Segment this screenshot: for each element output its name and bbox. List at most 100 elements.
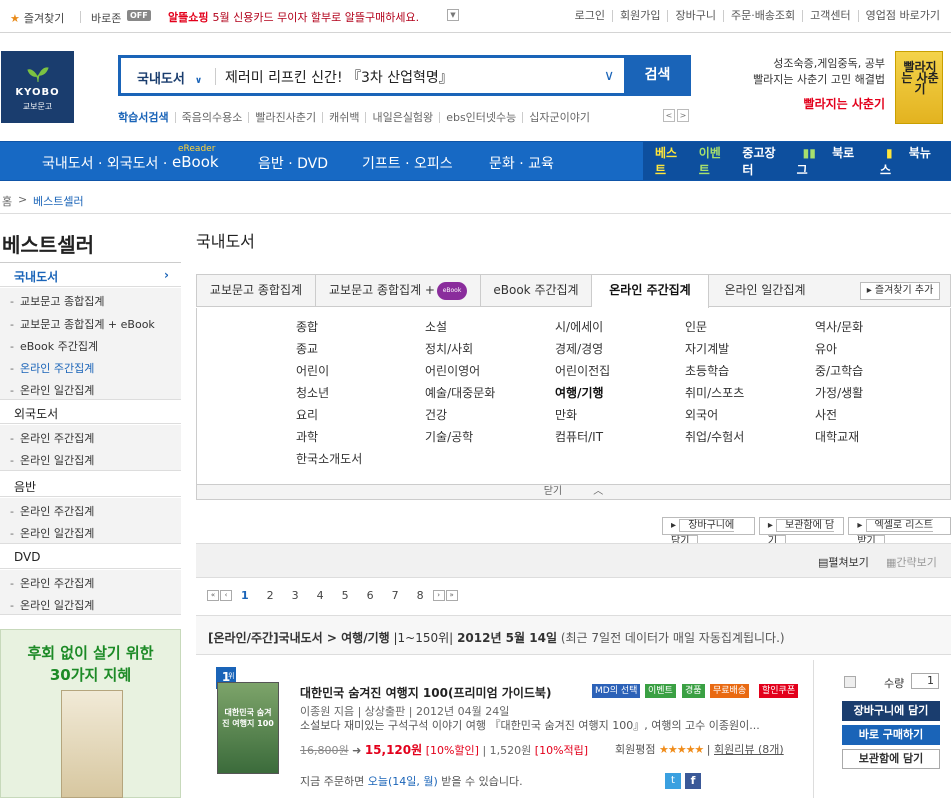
- hot-keyword[interactable]: 캐쉬백: [322, 111, 365, 123]
- sidebar-item[interactable]: 온라인 주간집계: [10, 430, 94, 446]
- breadcrumb-home[interactable]: 홈: [2, 193, 12, 209]
- promo-dropdown-icon[interactable]: ▼: [447, 9, 459, 21]
- last-page-icon[interactable]: »: [445, 590, 458, 601]
- category-link[interactable]: 시/에세이: [555, 318, 603, 335]
- sidebar-item[interactable]: 온라인 일간집계: [10, 597, 94, 613]
- nav-ebook[interactable]: eBook: [172, 153, 219, 171]
- book-cover[interactable]: 대한민국 숨겨진 여행지 100: [217, 682, 279, 774]
- sidebar-ad-banner[interactable]: 후회 없이 살기 위한 30가지 지혜: [0, 629, 181, 798]
- header-ad-book-cover[interactable]: 빨라지는 사춘기: [895, 51, 943, 124]
- hot-keyword[interactable]: 죽음의수용소: [174, 111, 249, 123]
- add-to-wishlist-button[interactable]: ▸ 보관함에 담기: [758, 517, 845, 548]
- category-link[interactable]: 인문: [685, 318, 707, 335]
- sidebar-item[interactable]: 온라인 주간집계: [10, 575, 94, 591]
- sidebar-item[interactable]: 온라인 일간집계: [10, 452, 94, 468]
- excel-download-button[interactable]: ▸ 엑셀로 리스트 받기: [848, 517, 951, 548]
- facebook-icon[interactable]: f: [685, 773, 701, 789]
- sidebar-group-music[interactable]: 음반: [0, 473, 181, 497]
- promo-banner[interactable]: 알뜰쇼핑 5월 신용카드 무이자 할부로 알뜰구매하세요.: [168, 9, 419, 25]
- category-link[interactable]: 외국어: [685, 406, 718, 423]
- category-link[interactable]: 역사/문화: [815, 318, 863, 335]
- sidebar-group-dvd[interactable]: DVD: [0, 545, 181, 569]
- category-link[interactable]: 과학: [296, 428, 318, 445]
- search-category-select[interactable]: 국내도서 ∨: [137, 68, 202, 87]
- page-number[interactable]: 3: [292, 589, 299, 602]
- prev-page-icon[interactable]: ‹: [220, 590, 232, 601]
- category-link[interactable]: 종교: [296, 340, 318, 357]
- close-category-button[interactable]: 닫기 ︿: [196, 484, 951, 500]
- hot-keywords-title[interactable]: 학습서검색: [118, 109, 169, 125]
- category-link[interactable]: 컴퓨터/IT: [555, 428, 603, 445]
- store-shortcut-link[interactable]: 영업점 바로가기: [857, 10, 947, 22]
- sidebar-item[interactable]: 교보문고 종합집계: [10, 293, 104, 309]
- first-page-icon[interactable]: «: [207, 590, 219, 601]
- customer-center-link[interactable]: 고객센터: [802, 10, 857, 22]
- cart-link[interactable]: 장바구니: [667, 10, 722, 22]
- sidebar-item[interactable]: 온라인 일간집계: [10, 525, 94, 541]
- view-expanded-button[interactable]: ▤펼쳐보기: [818, 554, 869, 570]
- view-simple-button[interactable]: ▦간략보기: [886, 554, 937, 570]
- order-tracking-link[interactable]: 주문·배송조회: [722, 10, 802, 22]
- category-link[interactable]: 어린이: [296, 362, 329, 379]
- sidebar-item[interactable]: eBook 주간집계: [10, 338, 98, 354]
- category-link[interactable]: 예술/대중문화: [425, 384, 495, 401]
- nav-culture-education[interactable]: 문화 · 교육: [489, 153, 554, 173]
- breadcrumb-current[interactable]: 베스트셀러: [33, 193, 84, 209]
- category-link[interactable]: 중/고학습: [815, 362, 863, 379]
- next-page-icon[interactable]: ›: [432, 590, 445, 601]
- category-link[interactable]: 가정/생활: [815, 384, 863, 401]
- category-link[interactable]: 유아: [815, 340, 837, 357]
- hot-keyword[interactable]: 내일은실험왕: [365, 111, 439, 123]
- category-link[interactable]: 자기계발: [685, 340, 729, 357]
- category-link[interactable]: 초등학습: [685, 362, 729, 379]
- category-link[interactable]: 청소년: [296, 384, 329, 401]
- page-number[interactable]: 4: [317, 589, 324, 602]
- sidebar-item[interactable]: 교보문고 종합집계 + eBook: [10, 316, 155, 332]
- book-title[interactable]: 대한민국 숨겨진 여행지 100(프리미엄 가이드북): [300, 684, 551, 701]
- hot-keyword[interactable]: 빨라진사춘기: [248, 111, 322, 123]
- login-link[interactable]: 로그인: [568, 10, 612, 22]
- add-to-wishlist-button[interactable]: 보관함에 담기: [842, 749, 940, 769]
- page-number[interactable]: 5: [342, 589, 349, 602]
- select-checkbox[interactable]: [844, 676, 856, 688]
- category-link[interactable]: 종합: [296, 318, 318, 335]
- barozone-link[interactable]: 바로존: [91, 10, 121, 26]
- nav-gift-office[interactable]: 기프트 · 오피스: [362, 153, 453, 173]
- search-input[interactable]: [225, 64, 615, 89]
- sidebar-group-foreign[interactable]: 외국도서: [0, 400, 181, 424]
- category-link[interactable]: 요리: [296, 406, 318, 423]
- category-link[interactable]: 경제/경영: [555, 340, 603, 357]
- category-link[interactable]: 만화: [555, 406, 577, 423]
- category-link[interactable]: 취업/수험서: [685, 428, 744, 445]
- prev-icon[interactable]: <: [663, 109, 675, 122]
- buy-now-button[interactable]: 바로 구매하기: [842, 725, 940, 745]
- add-to-cart-button[interactable]: ▸ 장바구니에 담기: [662, 517, 755, 548]
- twitter-icon[interactable]: t: [665, 773, 681, 789]
- category-link[interactable]: 사전: [815, 406, 837, 423]
- page-number[interactable]: 7: [392, 589, 399, 602]
- favorites-link[interactable]: ★ 즐겨찾기: [10, 10, 64, 26]
- sidebar-item[interactable]: 온라인 주간집계: [10, 503, 94, 519]
- nav-booklog[interactable]: ▮▮ 북로그: [791, 144, 874, 178]
- nav-best[interactable]: 베스트: [649, 144, 693, 178]
- nav-booknews[interactable]: ▮ 북뉴스: [874, 144, 951, 178]
- nav-used-market[interactable]: 중고장터: [736, 144, 790, 178]
- category-link[interactable]: 어린이영어: [425, 362, 480, 379]
- tab-kyobo-total-ebook[interactable]: 교보문고 종합집계 + eBook: [316, 275, 481, 307]
- category-link[interactable]: 한국소개도서: [296, 450, 362, 467]
- category-link[interactable]: 기술/공학: [425, 428, 473, 445]
- review-link[interactable]: 회원리뷰 (8개): [714, 743, 784, 756]
- quantity-input[interactable]: 1: [911, 673, 939, 689]
- category-link[interactable]: 어린이전집: [555, 362, 610, 379]
- tab-online-daily[interactable]: 온라인 일간집계: [709, 275, 821, 307]
- add-favorite-button[interactable]: ▸ 즐겨찾기 추가: [860, 282, 940, 300]
- page-number[interactable]: 8: [417, 589, 424, 602]
- header-ad-link[interactable]: 빨라지는 사춘기: [740, 96, 885, 112]
- hot-keyword[interactable]: 십자군이야기: [522, 111, 596, 123]
- category-link[interactable]: 소설: [425, 318, 447, 335]
- add-to-cart-button[interactable]: 장바구니에 담기: [842, 701, 940, 721]
- search-button[interactable]: 검색: [624, 55, 691, 96]
- kyobo-logo[interactable]: KYOBO 교보문고: [1, 51, 74, 123]
- signup-link[interactable]: 회원가입: [611, 10, 667, 22]
- sidebar-item[interactable]: 온라인 일간집계: [10, 382, 94, 398]
